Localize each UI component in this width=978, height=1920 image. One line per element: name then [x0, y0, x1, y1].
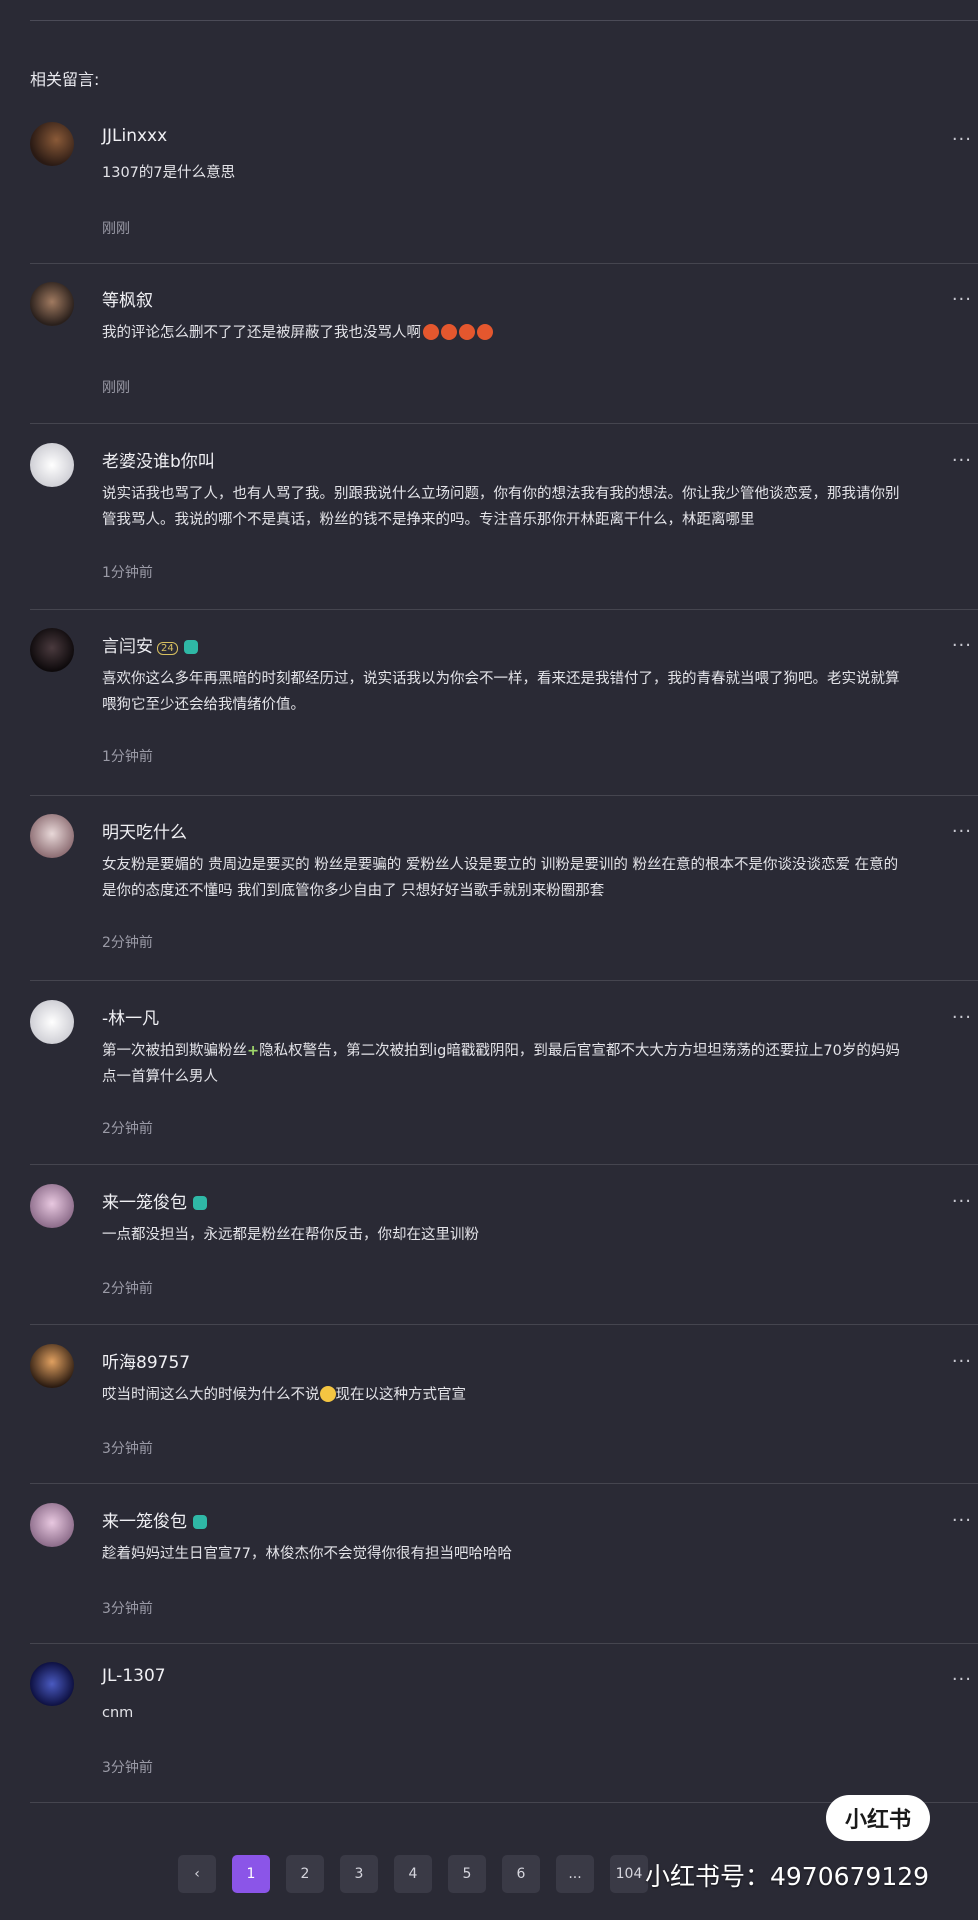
comment-time: 3分钟前 [102, 1760, 153, 1776]
comment-username[interactable]: 明天吃什么 [102, 818, 187, 843]
avatar[interactable] [30, 122, 74, 166]
comment-text: 女友粉是要媚的 贵周边是要买的 粉丝是要骗的 爱粉丝人设是要立的 训粉是要训的 … [102, 857, 899, 899]
more-options-icon[interactable]: ... [952, 1346, 972, 1367]
plus-emoji-icon: + [247, 1043, 260, 1059]
more-options-icon[interactable]: ... [952, 1664, 972, 1685]
angry-emoji-icon [441, 324, 457, 340]
more-options-icon[interactable]: ... [952, 816, 972, 837]
xiaohongshu-logo: 小红书 [826, 1795, 930, 1841]
verified-badge-icon [193, 1515, 207, 1529]
page-button-4[interactable]: 4 [394, 1855, 432, 1893]
comment-text-body: 我的评论怎么删不了了还是被屏蔽了我也没骂人啊 [102, 325, 421, 341]
watermark-id: 小红书号：4970679129 [645, 1862, 930, 1891]
angry-emoji-icon [459, 324, 475, 340]
comment-username[interactable]: 来一笼俊包 [102, 1188, 207, 1213]
page-button-5[interactable]: 5 [448, 1855, 486, 1893]
page-ellipsis: ... [556, 1855, 594, 1893]
comment-text: 一点都没担当，永远都是粉丝在帮你反击，你却在这里训粉 [102, 1227, 479, 1243]
comment-username[interactable]: JL-1307 [102, 1666, 166, 1686]
comment-divider [30, 263, 978, 264]
avatar[interactable] [30, 1000, 74, 1044]
avatar[interactable] [30, 1503, 74, 1547]
comment-divider [30, 795, 978, 796]
comment-username[interactable]: 听海89757 [102, 1348, 190, 1373]
section-title: 相关留言: [30, 70, 100, 89]
comment-username[interactable]: 来一笼俊包 [102, 1507, 207, 1532]
comment-time: 刚刚 [102, 380, 130, 396]
comment-username[interactable]: JJLinxxx [102, 126, 167, 146]
comment-text-part: 现在以这种方式官宣 [335, 1387, 467, 1403]
comment-text: 说实话我也骂了人，也有人骂了我。别跟我说什么立场问题，你有你的想法我有我的想法。… [102, 486, 900, 528]
comment-time: 3分钟前 [102, 1601, 153, 1617]
avatar[interactable] [30, 1184, 74, 1228]
comment-time: 刚刚 [102, 221, 130, 237]
avatar[interactable] [30, 814, 74, 858]
comment-text: 1307的7是什么意思 [102, 165, 236, 181]
angry-emoji-icon [477, 324, 493, 340]
comment-time: 1分钟前 [102, 565, 153, 581]
page-button-1[interactable]: 1 [232, 1855, 270, 1893]
comment-divider [30, 423, 978, 424]
comment-text: cnm [102, 1705, 134, 1721]
comment-text-part: 哎当时闹这么大的时候为什么不说 [102, 1387, 320, 1403]
comment-text: 哎当时闹这么大的时候为什么不说 现在以这种方式官宣 [102, 1382, 902, 1408]
page-button-2[interactable]: 2 [286, 1855, 324, 1893]
verified-badge-icon [193, 1196, 207, 1210]
comment-text: 趁着妈妈过生日官宣77，林俊杰你不会觉得你很有担当吧哈哈哈 [102, 1546, 512, 1562]
more-options-icon[interactable]: ... [952, 630, 972, 651]
page-button-6[interactable]: 6 [502, 1855, 540, 1893]
comment-divider [30, 609, 978, 610]
comment-username-text: 来一笼俊包 [102, 1512, 187, 1532]
comment-time: 2分钟前 [102, 1281, 153, 1297]
comment-divider [30, 1483, 978, 1484]
comment-text: 我的评论怎么删不了了还是被屏蔽了我也没骂人啊 [102, 320, 902, 346]
comment-time: 3分钟前 [102, 1441, 153, 1457]
comment-time: 2分钟前 [102, 1121, 153, 1137]
more-options-icon[interactable]: ... [952, 1505, 972, 1526]
comment-text: 第一次被拍到欺骗粉丝+隐私权警告，第二次被拍到ig暗戳戳阴阳，到最后官宣都不大大… [102, 1038, 902, 1090]
comment-username[interactable]: 等枫叙 [102, 286, 153, 311]
comment-divider [30, 1324, 978, 1325]
avatar[interactable] [30, 1662, 74, 1706]
avatar[interactable] [30, 282, 74, 326]
avatar[interactable] [30, 443, 74, 487]
prev-page-button[interactable]: ‹ [178, 1855, 216, 1893]
more-options-icon[interactable]: ... [952, 124, 972, 145]
comment-time: 2分钟前 [102, 935, 153, 951]
comment-username[interactable]: 言闫安 24 [102, 632, 198, 657]
comment-divider [30, 1643, 978, 1644]
comment-divider [30, 980, 978, 981]
avatar[interactable] [30, 628, 74, 672]
comment-text-part: 第一次被拍到欺骗粉丝 [102, 1043, 247, 1059]
top-divider [30, 20, 978, 21]
more-options-icon[interactable]: ... [952, 1002, 972, 1023]
page-button-last[interactable]: 104 [610, 1855, 648, 1893]
comment-text: 喜欢你这么多年再黑暗的时刻都经历过，说实话我以为你会不一样，看来还是我错付了，我… [102, 671, 900, 713]
crying-emoji-icon [319, 1386, 336, 1402]
comment-username-text: 言闫安 [102, 637, 153, 657]
angry-emoji-icon [423, 324, 439, 340]
more-options-icon[interactable]: ... [952, 1186, 972, 1207]
more-options-icon[interactable]: ... [952, 284, 972, 305]
comment-username[interactable]: 老婆没谁b你叫 [102, 447, 215, 472]
verified-badge-icon [183, 640, 198, 654]
level-badge: 24 [157, 642, 178, 655]
comment-username-text: 来一笼俊包 [102, 1193, 187, 1213]
more-options-icon[interactable]: ... [952, 445, 972, 466]
comment-username[interactable]: -林一凡 [102, 1004, 159, 1029]
page-button-3[interactable]: 3 [340, 1855, 378, 1893]
comment-divider [30, 1164, 978, 1165]
comment-time: 1分钟前 [102, 749, 153, 765]
avatar[interactable] [30, 1344, 74, 1388]
